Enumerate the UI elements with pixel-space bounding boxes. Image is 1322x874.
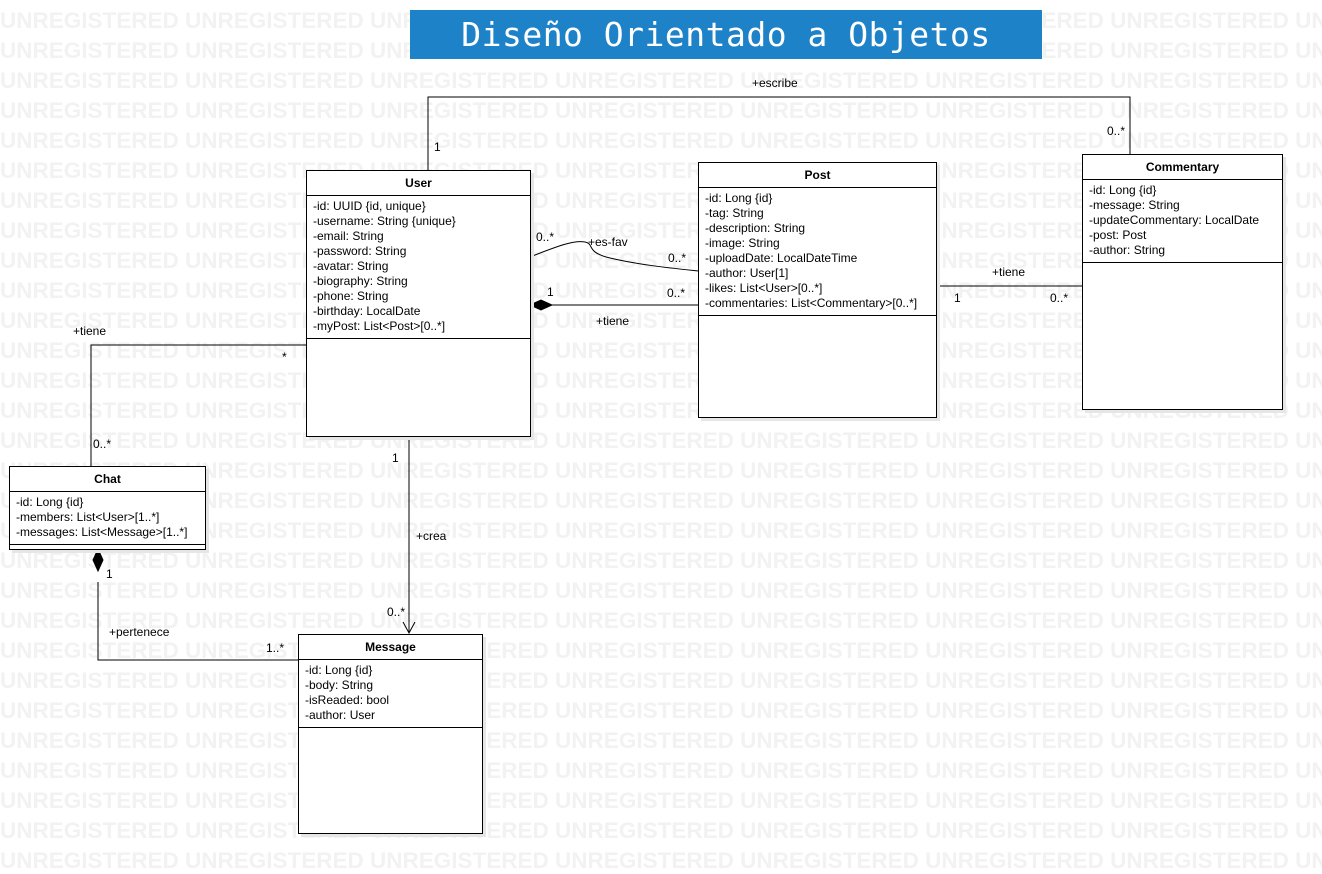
attributes-compartment: -id: Long {id} -members: List<User>[1..*]… — [10, 492, 205, 545]
escribe-user-multiplicity: 1 — [434, 140, 441, 154]
assoc-user-chat-line — [90, 344, 306, 466]
class-attribute: -phone: String — [313, 289, 389, 303]
class-attribute: -author: User[1] — [705, 266, 789, 280]
escribe-label: +escribe — [752, 76, 798, 90]
diagram-title: Diseño Orientado a Objetos — [461, 15, 991, 54]
escribe-commentary-multiplicity: 0..* — [1107, 124, 1126, 138]
user-post-label: +tiene — [596, 314, 630, 328]
class-attribute: -id: Long {id} — [16, 495, 84, 509]
class-attribute: -biography: String — [313, 274, 408, 288]
class-name: Message — [299, 635, 482, 660]
class-attribute: -uploadDate: LocalDateTime — [705, 251, 858, 265]
class-name: Commentary — [1083, 155, 1282, 180]
crea-user-multiplicity: 1 — [392, 451, 399, 465]
es-fav-post-multiplicity: 0..* — [668, 251, 687, 265]
post-commentary-post-multiplicity: 1 — [954, 291, 961, 305]
class-attribute: -members: List<User>[1..*] — [16, 510, 160, 524]
class-attribute: -author: User — [305, 708, 376, 722]
class-commentary[interactable]: Commentary -id: Long {id} -message: Strin… — [1082, 154, 1283, 410]
class-attribute: -body: String — [305, 678, 374, 692]
class-attribute: -image: String — [705, 236, 780, 250]
user-post-user-multiplicity: 1 — [547, 285, 554, 299]
class-attribute: -username: String {unique} — [313, 214, 456, 228]
class-attribute: -email: String — [313, 229, 384, 243]
user-chat-user-multiplicity: * — [282, 350, 287, 364]
es-fav-label: +es-fav — [588, 235, 628, 249]
pertenece-label: +pertenece — [109, 625, 170, 639]
class-attribute: -commentaries: List<Commentary>[0..*] — [705, 296, 918, 310]
class-attribute: -id: UUID {id, unique} — [313, 199, 426, 213]
es-fav-user-multiplicity: 0..* — [536, 230, 555, 244]
class-attribute: -tag: String — [705, 206, 764, 220]
user-chat-label: +tiene — [73, 324, 107, 338]
class-name: User — [307, 171, 530, 196]
class-attribute: -post: Post — [1089, 228, 1147, 242]
crea-message-multiplicity: 0..* — [387, 605, 406, 619]
class-attribute: -likes: List<User>[0..*] — [705, 281, 823, 295]
attributes-compartment: -id: Long {id} -tag: String -description: … — [699, 188, 936, 316]
assoc-escribe-line — [427, 96, 1131, 170]
class-attribute: -description: String — [705, 221, 806, 235]
pertenece-chat-multiplicity: 1 — [106, 567, 113, 581]
attributes-compartment: -id: UUID {id, unique} -username: String … — [307, 196, 530, 339]
attributes-compartment: -id: Long {id} -message: String -updateCom… — [1083, 180, 1282, 263]
class-attribute: -myPost: List<Post>[0..*] — [313, 319, 446, 333]
class-message[interactable]: Message -id: Long {id} -body: String -isRe… — [298, 634, 483, 834]
class-attribute: -password: String — [313, 244, 407, 258]
class-chat[interactable]: Chat -id: Long {id} -members: List<User>[… — [9, 466, 206, 550]
attributes-compartment: -id: Long {id} -body: String -isReaded: bo… — [299, 660, 482, 728]
class-user[interactable]: User -id: UUID {id, unique} -username: St… — [306, 170, 531, 437]
class-attribute: -author: String — [1089, 243, 1166, 257]
class-attribute: -id: Long {id} — [705, 191, 773, 205]
class-attribute: -isReaded: bool — [305, 693, 390, 707]
class-name: Chat — [10, 467, 205, 492]
title-banner: Diseño Orientado a Objetos — [410, 10, 1042, 59]
class-attribute: -id: Long {id} — [1089, 183, 1157, 197]
user-post-post-multiplicity: 0..* — [667, 286, 686, 300]
post-commentary-commentary-multiplicity: 0..* — [1050, 291, 1069, 305]
class-attribute: -id: Long {id} — [305, 663, 373, 677]
class-attribute: -updateCommentary: LocalDate — [1089, 213, 1260, 227]
class-attribute: -avatar: String — [313, 259, 389, 273]
composition-diamond-chat — [92, 547, 104, 573]
post-commentary-label: +tiene — [992, 265, 1026, 279]
crea-label: +crea — [416, 529, 447, 543]
class-attribute: -message: String — [1089, 198, 1180, 212]
class-post[interactable]: Post -id: Long {id} -tag: String -descript… — [698, 162, 937, 418]
pertenece-message-multiplicity: 1..* — [266, 641, 285, 655]
user-chat-chat-multiplicity: 0..* — [93, 437, 112, 451]
class-attribute: -birthday: LocalDate — [313, 304, 421, 318]
class-name: Post — [699, 163, 936, 188]
composition-diamond-user — [528, 299, 554, 311]
class-attribute: -messages: List<Message>[1..*] — [16, 525, 188, 539]
